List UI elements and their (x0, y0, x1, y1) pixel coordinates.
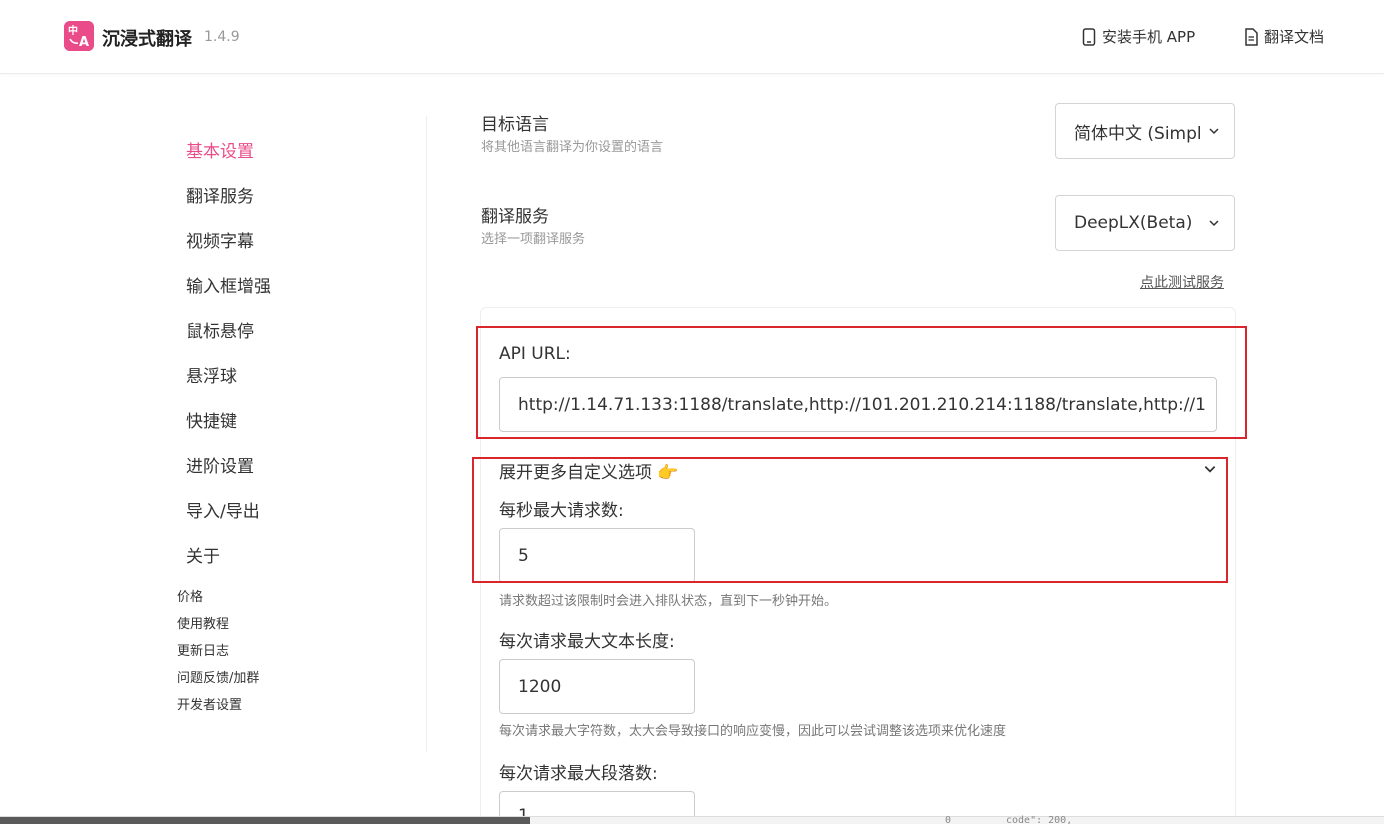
max-paragraphs-label: 每次请求最大段落数: (499, 764, 658, 784)
max-rps-hint: 请求数超过该限制时会进入排队状态，直到下一秒钟开始。 (499, 594, 838, 609)
max-rps-input[interactable]: 5 (499, 528, 695, 583)
taskbar-strip: 0 code": 200, (0, 815, 1384, 824)
sidebar-link-pricing[interactable]: 价格 (177, 586, 203, 605)
app-logo-icon: 中 A (64, 21, 94, 51)
max-length-label: 每次请求最大文本长度: (499, 632, 675, 652)
sidebar-link-tutorial[interactable]: 使用教程 (177, 613, 229, 632)
sidebar-item-mouse-hover[interactable]: 鼠标悬停 (186, 317, 254, 342)
docs-link[interactable]: 翻译文档 (1244, 26, 1324, 47)
install-app-label: 安装手机 APP (1102, 28, 1196, 46)
max-length-hint: 每次请求最大字符数，太大会导致接口的响应变慢，因此可以尝试调整该选项来优化速度 (499, 724, 1007, 739)
chevron-down-icon (1204, 466, 1216, 473)
chevron-down-icon (1209, 128, 1219, 135)
sidebar-item-import-export[interactable]: 导入/导出 (186, 497, 260, 522)
service-desc: 选择一项翻译服务 (481, 232, 586, 247)
target-language-title: 目标语言 (481, 115, 549, 135)
sidebar-item-video-subtitles[interactable]: 视频字幕 (186, 227, 254, 252)
service-value: DeepLX(Beta) (1074, 213, 1193, 233)
sidebar-item-basic-settings[interactable]: 基本设置 (186, 137, 254, 162)
api-url-input[interactable]: http://1.14.71.133:1188/translate,http:/… (499, 377, 1217, 432)
api-url-value: http://1.14.71.133:1188/translate,http:/… (518, 394, 1206, 415)
target-language-value: 简体中文 (Simplified Chinese) (1074, 123, 1200, 144)
max-length-value: 1200 (518, 676, 562, 697)
taskbar-fragment: code": 200, (1006, 815, 1073, 824)
sidebar-item-floating-ball[interactable]: 悬浮球 (186, 362, 237, 387)
service-select[interactable]: DeepLX(Beta) (1055, 195, 1235, 251)
sidebar-item-advanced[interactable]: 进阶设置 (186, 452, 254, 477)
taskbar-fragment: 0 (945, 815, 952, 824)
docs-label: 翻译文档 (1264, 28, 1325, 46)
svg-text:A: A (79, 35, 89, 50)
document-icon (1245, 27, 1258, 46)
sidebar-item-translation-service[interactable]: 翻译服务 (186, 182, 254, 207)
sidebar-divider (426, 116, 427, 752)
sidebar-item-input-enhance[interactable]: 输入框增强 (186, 272, 271, 297)
app-header: 中 A 沉浸式翻译 1.4.9 安装手机 APP 翻译文档 (0, 0, 1384, 74)
max-rps-value: 5 (518, 545, 529, 566)
sidebar-link-feedback[interactable]: 问题反馈/加群 (177, 667, 259, 686)
sidebar-link-changelog[interactable]: 更新日志 (177, 640, 229, 659)
app-name: 沉浸式翻译 (102, 29, 192, 50)
phone-icon (1082, 27, 1096, 46)
api-url-label: API URL: (499, 344, 571, 364)
max-length-input[interactable]: 1200 (499, 659, 695, 714)
svg-text:中: 中 (68, 24, 78, 37)
service-title: 翻译服务 (481, 207, 549, 227)
expand-options-label: 展开更多自定义选项 👉 (499, 463, 679, 483)
install-app-link[interactable]: 安装手机 APP (1082, 26, 1195, 47)
sidebar-item-about[interactable]: 关于 (186, 542, 220, 567)
sidebar-link-developer[interactable]: 开发者设置 (177, 694, 242, 713)
target-language-desc: 将其他语言翻译为你设置的语言 (481, 140, 664, 155)
target-language-select[interactable]: 简体中文 (Simplified Chinese) (1055, 103, 1235, 159)
taskbar-dark-segment (0, 817, 530, 824)
expand-options-toggle[interactable]: 展开更多自定义选项 👉 (499, 458, 1217, 483)
app-version: 1.4.9 (204, 29, 240, 45)
test-service-link[interactable]: 点此测试服务 (1140, 272, 1224, 292)
sidebar-item-shortcuts[interactable]: 快捷键 (186, 407, 237, 432)
chevron-down-icon (1209, 220, 1219, 227)
max-rps-label: 每秒最大请求数: (499, 501, 624, 521)
